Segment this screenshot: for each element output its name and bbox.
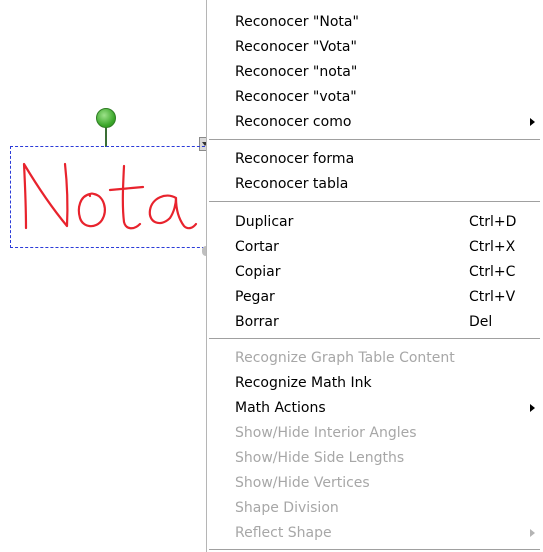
menu-separator	[209, 549, 540, 551]
menu-item-label: Show/Hide Interior Angles	[235, 425, 417, 441]
context-menu: Reconocer "Nota" Reconocer "Vota" Recono…	[206, 0, 543, 552]
menu-item-label: Reconocer forma	[235, 151, 355, 167]
menu-item-reconocer-nota-lower[interactable]: Reconocer "nota"	[207, 60, 543, 85]
menu-separator	[209, 139, 540, 141]
menu-item-recognize-graph-table-content[interactable]: Recognize Graph Table Content	[207, 346, 543, 371]
menu-item-label: Pegar	[235, 289, 275, 305]
menu-item-label: Recognize Math Ink	[235, 375, 372, 391]
menu-item-shortcut: Ctrl+C	[469, 264, 516, 280]
menu-item-label: Reconocer como	[235, 114, 352, 130]
submenu-arrow-icon	[530, 404, 535, 412]
submenu-arrow-icon	[530, 529, 535, 537]
menu-item-label: Copiar	[235, 264, 281, 280]
menu-item-shortcut: Del	[469, 314, 493, 330]
menu-item-label: Show/Hide Vertices	[235, 475, 370, 491]
menu-item-label: Cortar	[235, 239, 279, 255]
menu-item-reconocer-vota-lower[interactable]: Reconocer "vota"	[207, 85, 543, 110]
menu-item-reconocer-nota[interactable]: Reconocer "Nota"	[207, 10, 543, 35]
menu-separator	[209, 201, 540, 203]
handwritten-ink-nota	[22, 162, 198, 230]
menu-item-shortcut: Ctrl+D	[469, 214, 517, 230]
menu-item-show-hide-side-lengths[interactable]: Show/Hide Side Lengths	[207, 446, 543, 471]
menu-item-cortar[interactable]: Cortar Ctrl+X	[207, 235, 543, 260]
menu-item-label: Reconocer tabla	[235, 176, 349, 192]
menu-item-label: Show/Hide Side Lengths	[235, 450, 405, 466]
menu-item-show-hide-vertices[interactable]: Show/Hide Vertices	[207, 471, 543, 496]
rotate-handle[interactable]	[96, 108, 116, 128]
menu-item-borrar[interactable]: Borrar Del	[207, 310, 543, 335]
menu-item-recognize-math-ink[interactable]: Recognize Math Ink	[207, 371, 543, 396]
menu-item-shortcut: Ctrl+X	[469, 239, 516, 255]
menu-item-label: Reconocer "vota"	[235, 89, 357, 105]
menu-item-label: Reconocer "Vota"	[235, 39, 357, 55]
submenu-arrow-icon	[530, 118, 535, 126]
menu-item-reconocer-como[interactable]: Reconocer como	[207, 110, 543, 135]
menu-item-show-hide-interior-angles[interactable]: Show/Hide Interior Angles	[207, 421, 543, 446]
menu-item-shortcut: Ctrl+V	[469, 289, 516, 305]
menu-item-label: Math Actions	[235, 400, 326, 416]
menu-item-reconocer-tabla[interactable]: Reconocer tabla	[207, 172, 543, 197]
menu-item-reconocer-vota[interactable]: Reconocer "Vota"	[207, 35, 543, 60]
menu-item-label: Reconocer "nota"	[235, 64, 358, 80]
menu-item-math-actions[interactable]: Math Actions	[207, 396, 543, 421]
menu-item-reconocer-forma[interactable]: Reconocer forma	[207, 147, 543, 172]
menu-item-label: Recognize Graph Table Content	[235, 350, 455, 366]
menu-item-label: Shape Division	[235, 500, 339, 516]
menu-item-pegar[interactable]: Pegar Ctrl+V	[207, 285, 543, 310]
menu-separator	[209, 338, 540, 340]
menu-item-label: Duplicar	[235, 214, 294, 230]
menu-item-label: Borrar	[235, 314, 279, 330]
menu-item-label: Reconocer "Nota"	[235, 14, 359, 30]
menu-item-shape-division[interactable]: Shape Division	[207, 496, 543, 521]
menu-item-copiar[interactable]: Copiar Ctrl+C	[207, 260, 543, 285]
rotate-handle-stem	[105, 127, 107, 147]
menu-item-label: Reflect Shape	[235, 525, 332, 541]
menu-item-duplicar[interactable]: Duplicar Ctrl+D	[207, 210, 543, 235]
menu-item-reflect-shape[interactable]: Reflect Shape	[207, 521, 543, 546]
